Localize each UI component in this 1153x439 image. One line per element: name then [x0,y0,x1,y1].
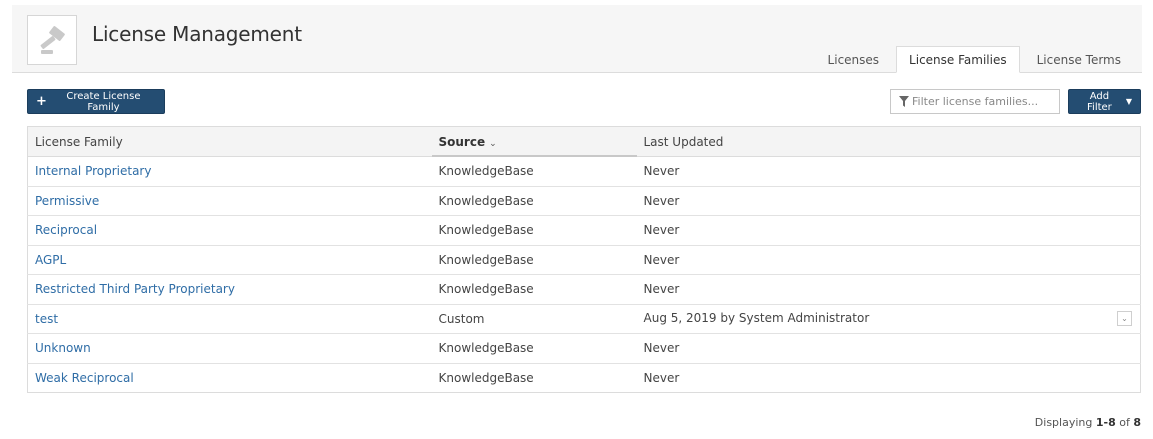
last-updated-cell: Never [636,186,1141,216]
pagination-of: of [1119,416,1130,429]
filter-input[interactable] [912,95,1052,108]
last-updated-cell: Never [643,370,680,385]
table-row: Permissive KnowledgeBase Never [27,186,1141,216]
tab-license-families[interactable]: License Families [896,46,1020,73]
license-family-link[interactable]: Weak Reciprocal [35,371,134,385]
column-header-last-updated[interactable]: Last Updated [636,126,1141,157]
source-cell: KnowledgeBase [431,186,637,216]
table-row: test Custom Aug 5, 2019 by System Admini… [27,304,1141,334]
column-header-label: Last Updated [643,134,724,149]
tab-licenses[interactable]: Licenses [815,46,893,73]
pagination-range: 1-8 [1095,416,1116,429]
page-title: License Management [92,22,302,46]
license-family-link[interactable]: Restricted Third Party Proprietary [35,282,235,296]
caret-down-icon: ▼ [1125,97,1132,106]
last-updated-cell: Never [636,215,1141,246]
last-updated-cell: Never [636,245,1141,275]
table-row: AGPL KnowledgeBase Never [27,245,1141,275]
source-cell: KnowledgeBase [431,333,637,364]
column-header-license-family[interactable]: License Family [27,126,432,157]
column-header-label: License Family [35,134,123,149]
row-actions-dropdown[interactable]: ⌄ [1117,311,1132,327]
table-row: Reciprocal KnowledgeBase Never [27,215,1141,246]
create-license-family-button[interactable]: + Create License Family [27,89,165,114]
tab-license-terms[interactable]: License Terms [1024,46,1134,73]
license-family-link[interactable]: Unknown [35,341,91,355]
pagination-prefix: Displaying [1034,416,1093,429]
table-row: Internal Proprietary KnowledgeBase Never [27,156,1141,187]
page-header: License Management Licenses License Fami… [12,5,1142,73]
pagination-total: 8 [1133,416,1141,429]
source-cell: KnowledgeBase [431,245,637,275]
license-families-table: License Family Source ⌄ Last Updated Inte… [27,126,1141,393]
column-header-label: Source [438,134,486,149]
add-filter-label: Add Filter [1087,90,1112,113]
table-row: Weak Reciprocal KnowledgeBase Never [28,363,1141,393]
sort-chevron-icon: ⌄ [489,138,497,149]
plus-icon: + [36,94,47,109]
last-updated-cell: Aug 5, 2019 by System Administrator ⌄ [636,304,1141,334]
license-family-link[interactable]: test [35,312,58,326]
filter-icon [899,96,909,107]
last-updated-cell: Never [636,333,1141,364]
source-cell: KnowledgeBase [431,215,637,246]
source-cell: KnowledgeBase [431,156,637,187]
gavel-icon [40,26,65,54]
create-license-family-label: Create License Family [66,90,141,113]
last-updated-cell: Never [636,156,1141,187]
license-family-link[interactable]: AGPL [35,253,66,267]
license-family-link[interactable]: Permissive [35,194,99,208]
table-row: Unknown KnowledgeBase Never [27,333,1141,364]
pagination-summary: Displaying 1-8 of 8 [1035,416,1141,429]
source-cell: Custom [431,304,637,334]
column-header-source[interactable]: Source ⌄ [431,126,637,157]
license-family-link[interactable]: Reciprocal [35,223,97,237]
table-header-row: License Family Source ⌄ Last Updated [27,126,1141,157]
source-cell: KnowledgeBase [438,370,534,385]
chevron-down-icon: ⌄ [1121,314,1128,324]
table-row: Restricted Third Party Proprietary Knowl… [27,274,1141,305]
app-logo [27,15,77,65]
last-updated-text: Aug 5, 2019 by System Administrator [643,311,870,326]
tab-bar: Licenses License Families License Terms [811,46,1134,73]
source-cell: KnowledgeBase [431,274,637,305]
license-family-link[interactable]: Internal Proprietary [35,164,151,178]
add-filter-button[interactable]: Add Filter ▼ [1068,89,1141,114]
filter-field[interactable] [890,89,1060,114]
last-updated-cell: Never [636,274,1141,305]
